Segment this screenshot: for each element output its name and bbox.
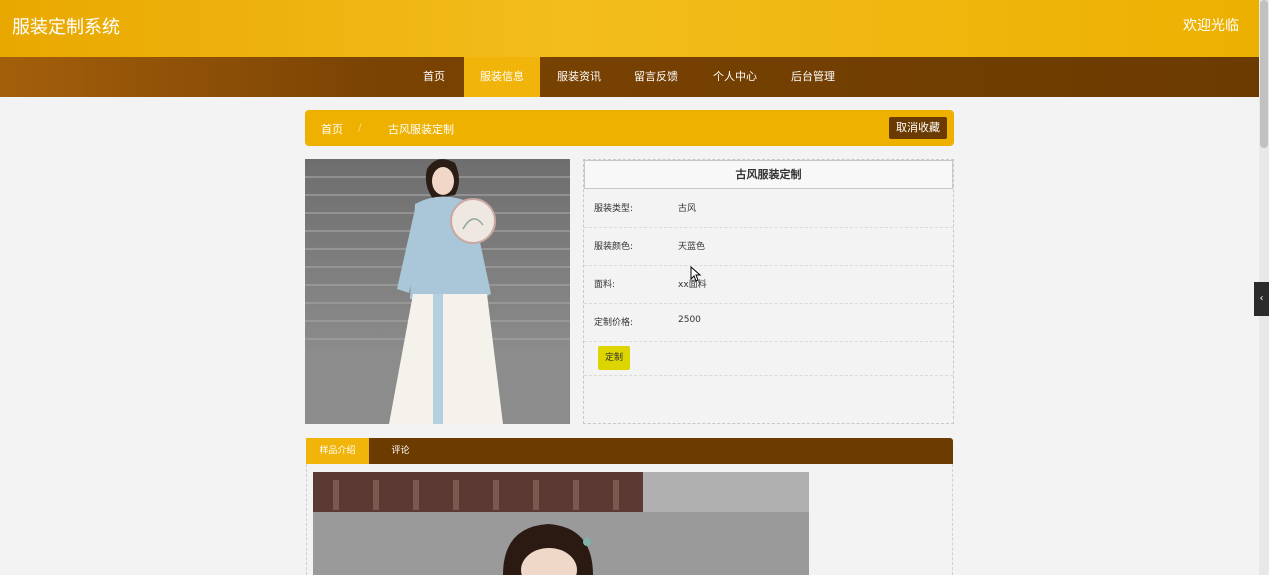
detail-row: 服装类型: 古风 <box>584 189 953 228</box>
detail-row: 定制价格: 2500 <box>584 303 953 342</box>
customize-button[interactable]: 定制 <box>598 346 630 370</box>
welcome-text: 欢迎光临 <box>1183 18 1239 34</box>
field-label: 面料: <box>594 280 616 290</box>
breadcrumb-home-link[interactable]: 首页 <box>321 121 343 137</box>
mouse-pointer-icon <box>690 266 702 282</box>
tab-comments[interactable]: 评论 <box>378 438 423 464</box>
main-nav: 首页 服装信息 服装资讯 留言反馈 个人中心 后台管理 <box>0 57 1259 97</box>
field-label: 定制价格: <box>594 318 634 328</box>
detail-row: 服装颜色: 天蓝色 <box>584 227 953 266</box>
nav-item-clothing-news[interactable]: 服装资讯 <box>548 57 610 97</box>
divider <box>584 375 953 376</box>
breadcrumb: 首页 / 古风服装定制 取消收藏 <box>305 110 954 146</box>
header: 服装定制系统 欢迎光临 <box>0 0 1259 57</box>
field-value: 2500 <box>678 315 701 325</box>
nav-item-clothing-info[interactable]: 服装信息 <box>464 57 540 97</box>
site-title[interactable]: 服装定制系统 <box>12 13 120 39</box>
detail-row: 面料: xx面料 <box>584 265 953 304</box>
product-image <box>305 159 570 424</box>
nav-item-admin[interactable]: 后台管理 <box>782 57 844 97</box>
cancel-favorite-button[interactable]: 取消收藏 <box>889 117 947 139</box>
breadcrumb-separator: / <box>358 121 362 134</box>
nav-item-feedback[interactable]: 留言反馈 <box>625 57 687 97</box>
product-title: 古风服装定制 <box>584 160 953 189</box>
field-value: 古风 <box>678 204 697 214</box>
sample-intro-image <box>313 472 809 575</box>
field-label: 服装类型: <box>594 204 634 214</box>
chevron-left-icon[interactable]: ‹ <box>1254 282 1269 316</box>
nav-item-user-center[interactable]: 个人中心 <box>704 57 766 97</box>
tab-bar: 样品介绍 评论 <box>306 438 953 464</box>
product-detail-panel: 古风服装定制 服装类型: 古风 服装颜色: 天蓝色 面料: xx面料 定制价格:… <box>583 159 954 424</box>
field-value: 天蓝色 <box>678 242 706 252</box>
nav-item-home[interactable]: 首页 <box>412 57 456 97</box>
tab-sample-intro[interactable]: 样品介绍 <box>306 438 369 464</box>
field-label: 服装颜色: <box>594 242 634 252</box>
breadcrumb-current: 古风服装定制 <box>388 123 454 136</box>
scrollbar-thumb[interactable] <box>1260 0 1268 148</box>
